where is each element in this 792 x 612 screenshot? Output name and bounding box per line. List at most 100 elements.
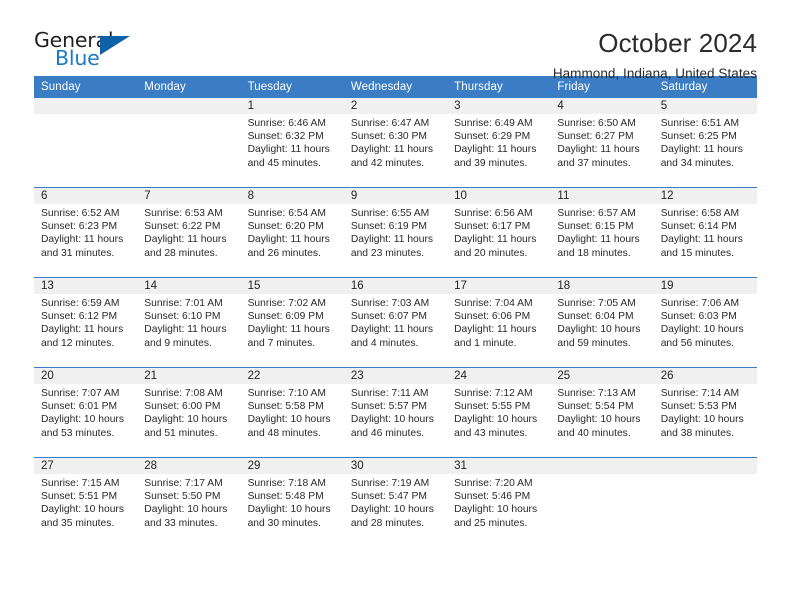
day-number: 20 xyxy=(34,368,138,384)
day-number: 17 xyxy=(447,278,551,294)
day-sun-info: Sunrise: 7:06 AM Sunset: 6:03 PM Dayligh… xyxy=(660,298,744,349)
calendar-day-cell[interactable]: 29 Sunrise: 7:18 AM Sunset: 5:48 PM Dayli… xyxy=(240,457,344,547)
day-sun-info: Sunrise: 7:08 AM Sunset: 6:00 PM Dayligh… xyxy=(144,388,228,439)
day-number: 29 xyxy=(240,458,344,474)
calendar-day-cell[interactable]: 17 Sunrise: 7:04 AM Sunset: 6:06 PM Dayli… xyxy=(447,277,551,368)
calendar-day-cell[interactable]: 25 Sunrise: 7:13 AM Sunset: 5:54 PM Dayli… xyxy=(550,367,654,458)
calendar-day-cell[interactable]: 12 Sunrise: 6:58 AM Sunset: 6:14 PM Dayli… xyxy=(653,187,757,278)
calendar-day-cell[interactable]: 18 Sunrise: 7:05 AM Sunset: 6:04 PM Dayli… xyxy=(550,277,654,368)
day-number xyxy=(550,458,654,474)
day-cell-content: 7 Sunrise: 6:53 AM Sunset: 6:22 PM Daylig… xyxy=(137,188,241,277)
day-sun-info: Sunrise: 7:04 AM Sunset: 6:06 PM Dayligh… xyxy=(454,298,537,349)
day-sun-info: Sunrise: 7:01 AM Sunset: 6:10 PM Dayligh… xyxy=(144,298,227,349)
day-cell-content: 10 Sunrise: 6:56 AM Sunset: 6:17 PM Dayli… xyxy=(447,188,551,277)
calendar-day-cell[interactable]: 14 Sunrise: 7:01 AM Sunset: 6:10 PM Dayli… xyxy=(137,277,241,368)
calendar-day-cell[interactable]: 21 Sunrise: 7:08 AM Sunset: 6:00 PM Dayli… xyxy=(137,367,241,458)
day-sun-info: Sunrise: 6:53 AM Sunset: 6:22 PM Dayligh… xyxy=(144,208,227,259)
calendar-week-row: 27 Sunrise: 7:15 AM Sunset: 5:51 PM Dayli… xyxy=(34,457,757,547)
day-cell-content: 6 Sunrise: 6:52 AM Sunset: 6:23 PM Daylig… xyxy=(34,188,138,277)
calendar-day-cell[interactable]: 20 Sunrise: 7:07 AM Sunset: 6:01 PM Dayli… xyxy=(34,367,138,458)
calendar-day-cell[interactable]: 24 Sunrise: 7:12 AM Sunset: 5:55 PM Dayli… xyxy=(447,367,551,458)
calendar-page: General Blue October 2024 Hammond, India… xyxy=(0,0,792,612)
day-cell-content: 26 Sunrise: 7:14 AM Sunset: 5:53 PM Dayli… xyxy=(653,368,757,457)
day-number: 1 xyxy=(240,98,344,114)
day-sun-info: Sunrise: 6:52 AM Sunset: 6:23 PM Dayligh… xyxy=(41,208,124,259)
day-cell-content: 14 Sunrise: 7:01 AM Sunset: 6:10 PM Dayli… xyxy=(137,278,241,367)
calendar-day-cell[interactable]: 26 Sunrise: 7:14 AM Sunset: 5:53 PM Dayli… xyxy=(653,367,757,458)
day-cell-content xyxy=(137,98,241,187)
calendar-day-cell[interactable]: 15 Sunrise: 7:02 AM Sunset: 6:09 PM Dayli… xyxy=(240,277,344,368)
day-sun-info: Sunrise: 7:05 AM Sunset: 6:04 PM Dayligh… xyxy=(557,298,641,349)
page-subtitle: Hammond, Indiana, United States xyxy=(552,66,757,82)
calendar-day-cell[interactable]: 5 Sunrise: 6:51 AM Sunset: 6:25 PM Daylig… xyxy=(653,98,757,188)
calendar-day-cell[interactable]: 22 Sunrise: 7:10 AM Sunset: 5:58 PM Dayli… xyxy=(240,367,344,458)
calendar-day-cell[interactable]: 30 Sunrise: 7:19 AM Sunset: 5:47 PM Dayli… xyxy=(343,457,448,547)
day-cell-content: 28 Sunrise: 7:17 AM Sunset: 5:50 PM Dayli… xyxy=(137,458,241,547)
calendar-week-row: 1 Sunrise: 6:46 AM Sunset: 6:32 PM Daylig… xyxy=(34,98,757,188)
day-cell-content: 27 Sunrise: 7:15 AM Sunset: 5:51 PM Dayli… xyxy=(34,458,138,547)
calendar-day-cell[interactable]: 28 Sunrise: 7:17 AM Sunset: 5:50 PM Dayli… xyxy=(137,457,241,547)
day-cell-content: 8 Sunrise: 6:54 AM Sunset: 6:20 PM Daylig… xyxy=(240,188,344,277)
calendar-day-cell[interactable]: 27 Sunrise: 7:15 AM Sunset: 5:51 PM Dayli… xyxy=(34,457,138,547)
calendar-day-cell[interactable]: 19 Sunrise: 7:06 AM Sunset: 6:03 PM Dayli… xyxy=(653,277,757,368)
day-number: 12 xyxy=(653,188,757,204)
day-cell-content: 24 Sunrise: 7:12 AM Sunset: 5:55 PM Dayli… xyxy=(447,368,551,457)
logo-triangle-icon xyxy=(100,36,130,55)
day-sun-info xyxy=(34,114,137,117)
calendar-week-row: 6 Sunrise: 6:52 AM Sunset: 6:23 PM Daylig… xyxy=(34,187,757,278)
day-number: 10 xyxy=(447,188,551,204)
calendar-day-cell[interactable]: 31 Sunrise: 7:20 AM Sunset: 5:46 PM Dayli… xyxy=(447,457,551,547)
day-sun-info: Sunrise: 7:20 AM Sunset: 5:46 PM Dayligh… xyxy=(454,478,538,529)
calendar-day-cell[interactable]: 13 Sunrise: 6:59 AM Sunset: 6:12 PM Dayli… xyxy=(34,277,138,368)
day-cell-content: 1 Sunrise: 6:46 AM Sunset: 6:32 PM Daylig… xyxy=(240,98,344,187)
calendar-body: 1 Sunrise: 6:46 AM Sunset: 6:32 PM Daylig… xyxy=(34,98,757,547)
day-number: 7 xyxy=(137,188,241,204)
day-cell-content xyxy=(550,458,654,547)
calendar-day-cell[interactable]: 9 Sunrise: 6:55 AM Sunset: 6:19 PM Daylig… xyxy=(343,187,448,278)
calendar-day-cell[interactable]: 10 Sunrise: 6:56 AM Sunset: 6:17 PM Dayli… xyxy=(447,187,551,278)
day-number: 15 xyxy=(240,278,344,294)
calendar-day-cell[interactable]: 11 Sunrise: 6:57 AM Sunset: 6:15 PM Dayli… xyxy=(550,187,654,278)
calendar-day-cell[interactable]: 16 Sunrise: 7:03 AM Sunset: 6:07 PM Dayli… xyxy=(343,277,448,368)
calendar-day-cell[interactable]: 8 Sunrise: 6:54 AM Sunset: 6:20 PM Daylig… xyxy=(240,187,344,278)
day-cell-content: 19 Sunrise: 7:06 AM Sunset: 6:03 PM Dayli… xyxy=(653,278,757,367)
calendar-day-cell[interactable]: 2 Sunrise: 6:47 AM Sunset: 6:30 PM Daylig… xyxy=(343,98,448,188)
calendar-empty-cell xyxy=(653,457,757,547)
day-sun-info: Sunrise: 6:49 AM Sunset: 6:29 PM Dayligh… xyxy=(454,118,537,169)
calendar-day-cell[interactable]: 1 Sunrise: 6:46 AM Sunset: 6:32 PM Daylig… xyxy=(240,98,344,188)
day-sun-info: Sunrise: 7:19 AM Sunset: 5:47 PM Dayligh… xyxy=(350,478,434,529)
day-number: 9 xyxy=(343,188,448,204)
day-number: 28 xyxy=(137,458,241,474)
calendar-day-cell[interactable]: 7 Sunrise: 6:53 AM Sunset: 6:22 PM Daylig… xyxy=(137,187,241,278)
day-cell-content: 31 Sunrise: 7:20 AM Sunset: 5:46 PM Dayli… xyxy=(447,458,551,547)
day-cell-content: 23 Sunrise: 7:11 AM Sunset: 5:57 PM Dayli… xyxy=(343,368,448,457)
page-title: October 2024 xyxy=(598,28,757,58)
calendar-day-cell[interactable]: 23 Sunrise: 7:11 AM Sunset: 5:57 PM Dayli… xyxy=(343,367,448,458)
day-cell-content: 20 Sunrise: 7:07 AM Sunset: 6:01 PM Dayli… xyxy=(34,368,138,457)
calendar-day-cell[interactable]: 4 Sunrise: 6:50 AM Sunset: 6:27 PM Daylig… xyxy=(550,98,654,188)
day-sun-info: Sunrise: 7:03 AM Sunset: 6:07 PM Dayligh… xyxy=(350,298,434,349)
page-header: General Blue October 2024 Hammond, India… xyxy=(0,0,792,81)
calendar-week-row: 13 Sunrise: 6:59 AM Sunset: 6:12 PM Dayli… xyxy=(34,277,757,368)
day-number: 13 xyxy=(34,278,138,294)
day-sun-info: Sunrise: 7:02 AM Sunset: 6:09 PM Dayligh… xyxy=(247,298,330,349)
day-number xyxy=(34,98,138,114)
weekday-header-tuesday: Tuesday xyxy=(240,76,344,98)
calendar-day-cell[interactable]: 6 Sunrise: 6:52 AM Sunset: 6:23 PM Daylig… xyxy=(34,187,138,278)
day-number: 3 xyxy=(447,98,551,114)
day-cell-content: 5 Sunrise: 6:51 AM Sunset: 6:25 PM Daylig… xyxy=(653,98,757,187)
weekday-header-sunday: Sunday xyxy=(34,76,138,98)
day-cell-content: 12 Sunrise: 6:58 AM Sunset: 6:14 PM Dayli… xyxy=(653,188,757,277)
day-cell-content: 16 Sunrise: 7:03 AM Sunset: 6:07 PM Dayli… xyxy=(343,278,448,367)
day-number: 5 xyxy=(653,98,757,114)
weekday-header-thursday: Thursday xyxy=(447,76,551,98)
calendar-day-cell[interactable]: 3 Sunrise: 6:49 AM Sunset: 6:29 PM Daylig… xyxy=(447,98,551,188)
weekday-header-monday: Monday xyxy=(137,76,241,98)
calendar-empty-cell xyxy=(550,457,654,547)
day-sun-info: Sunrise: 6:57 AM Sunset: 6:15 PM Dayligh… xyxy=(557,208,640,259)
day-sun-info: Sunrise: 7:14 AM Sunset: 5:53 PM Dayligh… xyxy=(660,388,744,439)
day-sun-info: Sunrise: 6:50 AM Sunset: 6:27 PM Dayligh… xyxy=(557,118,640,169)
day-sun-info xyxy=(654,474,757,477)
day-cell-content xyxy=(34,98,138,187)
day-sun-info: Sunrise: 7:18 AM Sunset: 5:48 PM Dayligh… xyxy=(247,478,331,529)
